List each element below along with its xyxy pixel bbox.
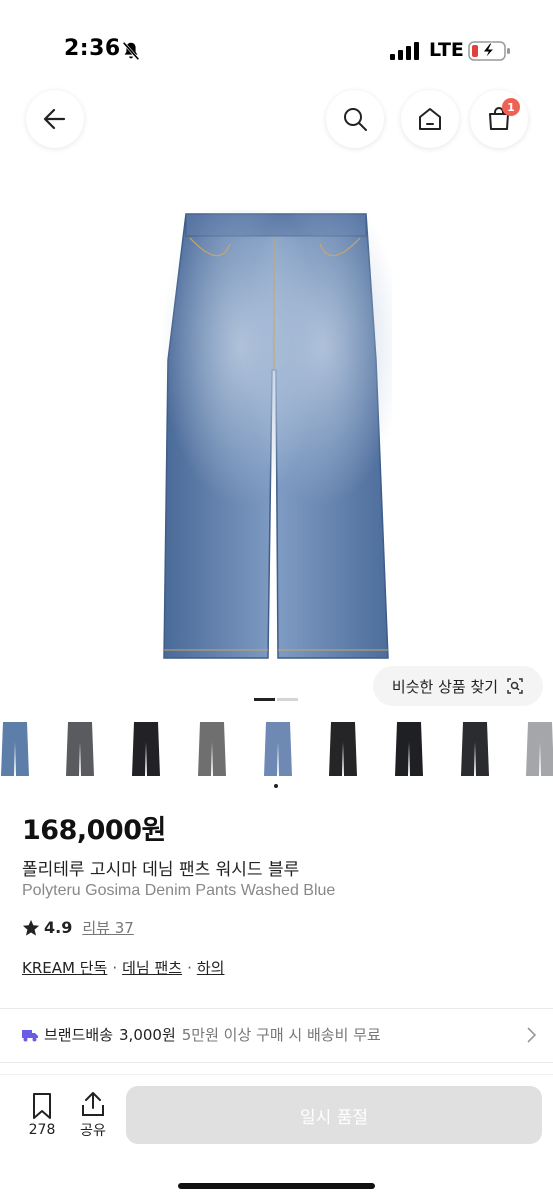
search-icon bbox=[344, 108, 367, 131]
product-image-jeans[interactable] bbox=[160, 210, 392, 665]
star-icon bbox=[22, 919, 40, 936]
search-button[interactable] bbox=[326, 90, 384, 148]
status-time: 2:36 bbox=[64, 36, 121, 61]
status-bar: 2:36 LTE bbox=[0, 0, 553, 90]
sold-out-button[interactable]: 일시 품절 bbox=[126, 1086, 542, 1144]
share-icon bbox=[82, 1092, 104, 1116]
scan-search-icon bbox=[507, 678, 523, 694]
tag-separator: · bbox=[187, 958, 192, 977]
color-swatch[interactable] bbox=[328, 722, 358, 776]
color-swatch-row bbox=[0, 722, 553, 778]
share-label: 공유 bbox=[80, 1123, 106, 1139]
tag-exclusive[interactable]: KREAM 단독 bbox=[22, 957, 107, 978]
page-dot-active bbox=[254, 698, 275, 701]
shipping-description: 5만원 이상 구매 시 배송비 무료 bbox=[181, 1026, 381, 1044]
battery-charging-icon bbox=[468, 41, 510, 61]
home-icon bbox=[419, 108, 441, 130]
color-swatch[interactable] bbox=[197, 722, 227, 776]
shipping-price: 3,000원 bbox=[119, 1026, 176, 1044]
divider bbox=[0, 1008, 553, 1009]
bell-muted-icon bbox=[122, 41, 140, 61]
tag-category[interactable]: 데님 팬츠 bbox=[122, 957, 182, 978]
shipping-info-row[interactable]: 브랜드배송 3,000원 5만원 이상 구매 시 배송비 무료 bbox=[22, 1024, 537, 1045]
rating-value: 4.9 bbox=[44, 918, 73, 937]
home-indicator bbox=[178, 1183, 375, 1189]
page-dot bbox=[277, 698, 298, 701]
divider bbox=[0, 1062, 553, 1063]
selected-swatch-indicator bbox=[274, 784, 278, 788]
color-swatch[interactable] bbox=[263, 722, 293, 776]
color-swatch[interactable] bbox=[65, 722, 95, 776]
find-similar-button[interactable]: 비슷한 상품 찾기 bbox=[373, 666, 543, 706]
color-swatch[interactable] bbox=[525, 722, 553, 776]
signal-icon bbox=[390, 42, 419, 60]
tag-separator: · bbox=[112, 958, 118, 977]
product-price: 168,000원 bbox=[22, 815, 166, 846]
arrow-left-icon bbox=[43, 108, 66, 130]
bookmark-icon bbox=[33, 1093, 51, 1119]
tag-parent-category[interactable]: 하의 bbox=[197, 957, 225, 978]
share-button[interactable]: 공유 bbox=[76, 1090, 110, 1140]
gallery-page-indicator bbox=[254, 698, 298, 701]
color-swatch[interactable] bbox=[131, 722, 161, 776]
product-tags: KREAM 단독 · 데님 팬츠 · 하의 bbox=[22, 957, 224, 978]
color-swatch[interactable] bbox=[0, 722, 30, 776]
review-link[interactable]: 리뷰 37 bbox=[82, 917, 133, 938]
find-similar-label: 비슷한 상품 찾기 bbox=[391, 677, 499, 696]
rating-row: 4.9 리뷰 37 bbox=[22, 917, 134, 938]
product-name-korean: 폴리테루 고시마 데님 팬츠 워시드 블루 bbox=[22, 860, 300, 880]
color-swatch[interactable] bbox=[460, 722, 490, 776]
product-name-english: Polyteru Gosima Denim Pants Washed Blue bbox=[22, 882, 336, 899]
truck-icon bbox=[22, 1029, 38, 1041]
chevron-right-icon bbox=[527, 1027, 537, 1043]
back-button[interactable] bbox=[26, 90, 84, 148]
home-button[interactable] bbox=[401, 90, 459, 148]
cart-button[interactable]: 1 bbox=[470, 90, 528, 148]
save-button[interactable]: 278 bbox=[22, 1092, 62, 1138]
save-count: 278 bbox=[28, 1122, 56, 1138]
shipping-title: 브랜드배송 bbox=[44, 1026, 114, 1044]
network-label: LTE bbox=[429, 39, 464, 61]
cart-count-badge: 1 bbox=[502, 98, 520, 116]
color-swatch[interactable] bbox=[394, 722, 424, 776]
